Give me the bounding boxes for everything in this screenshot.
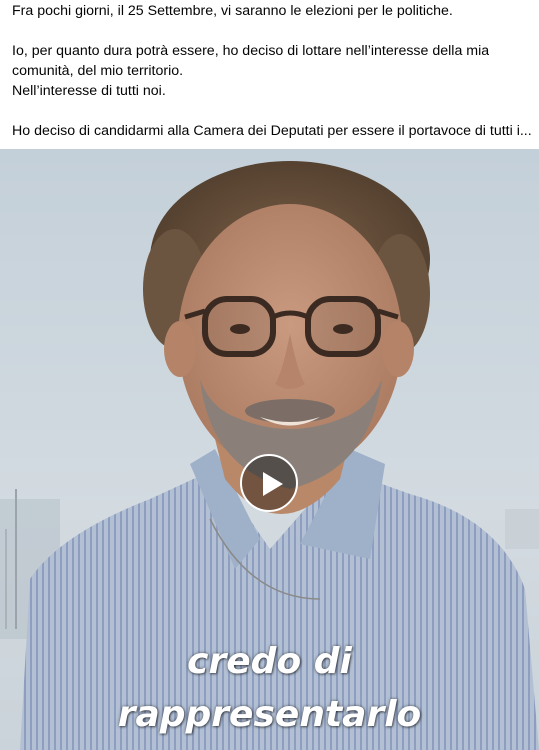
video-caption-line-1: credo di <box>187 641 352 682</box>
play-button[interactable] <box>240 454 298 512</box>
post-paragraph-1: Fra pochi giorni, il 25 Settembre, vi sa… <box>12 3 453 19</box>
post-paragraph-3: Nell’interesse di tutti noi. <box>12 83 166 99</box>
video-player[interactable]: credo di rappresentarlo <box>0 149 539 750</box>
facebook-post: Fra pochi giorni, il 25 Settembre, vi sa… <box>0 0 539 750</box>
play-icon <box>263 472 283 496</box>
post-paragraph-2: Io, per quanto dura potrà essere, ho dec… <box>12 43 490 59</box>
video-caption-line-2: rappresentarlo <box>117 694 422 735</box>
post-paragraph-2-cont: comunità, del mio territorio. <box>12 63 184 79</box>
post-paragraph-4-truncated[interactable]: Ho deciso di candidarmi alla Camera dei … <box>12 121 532 141</box>
